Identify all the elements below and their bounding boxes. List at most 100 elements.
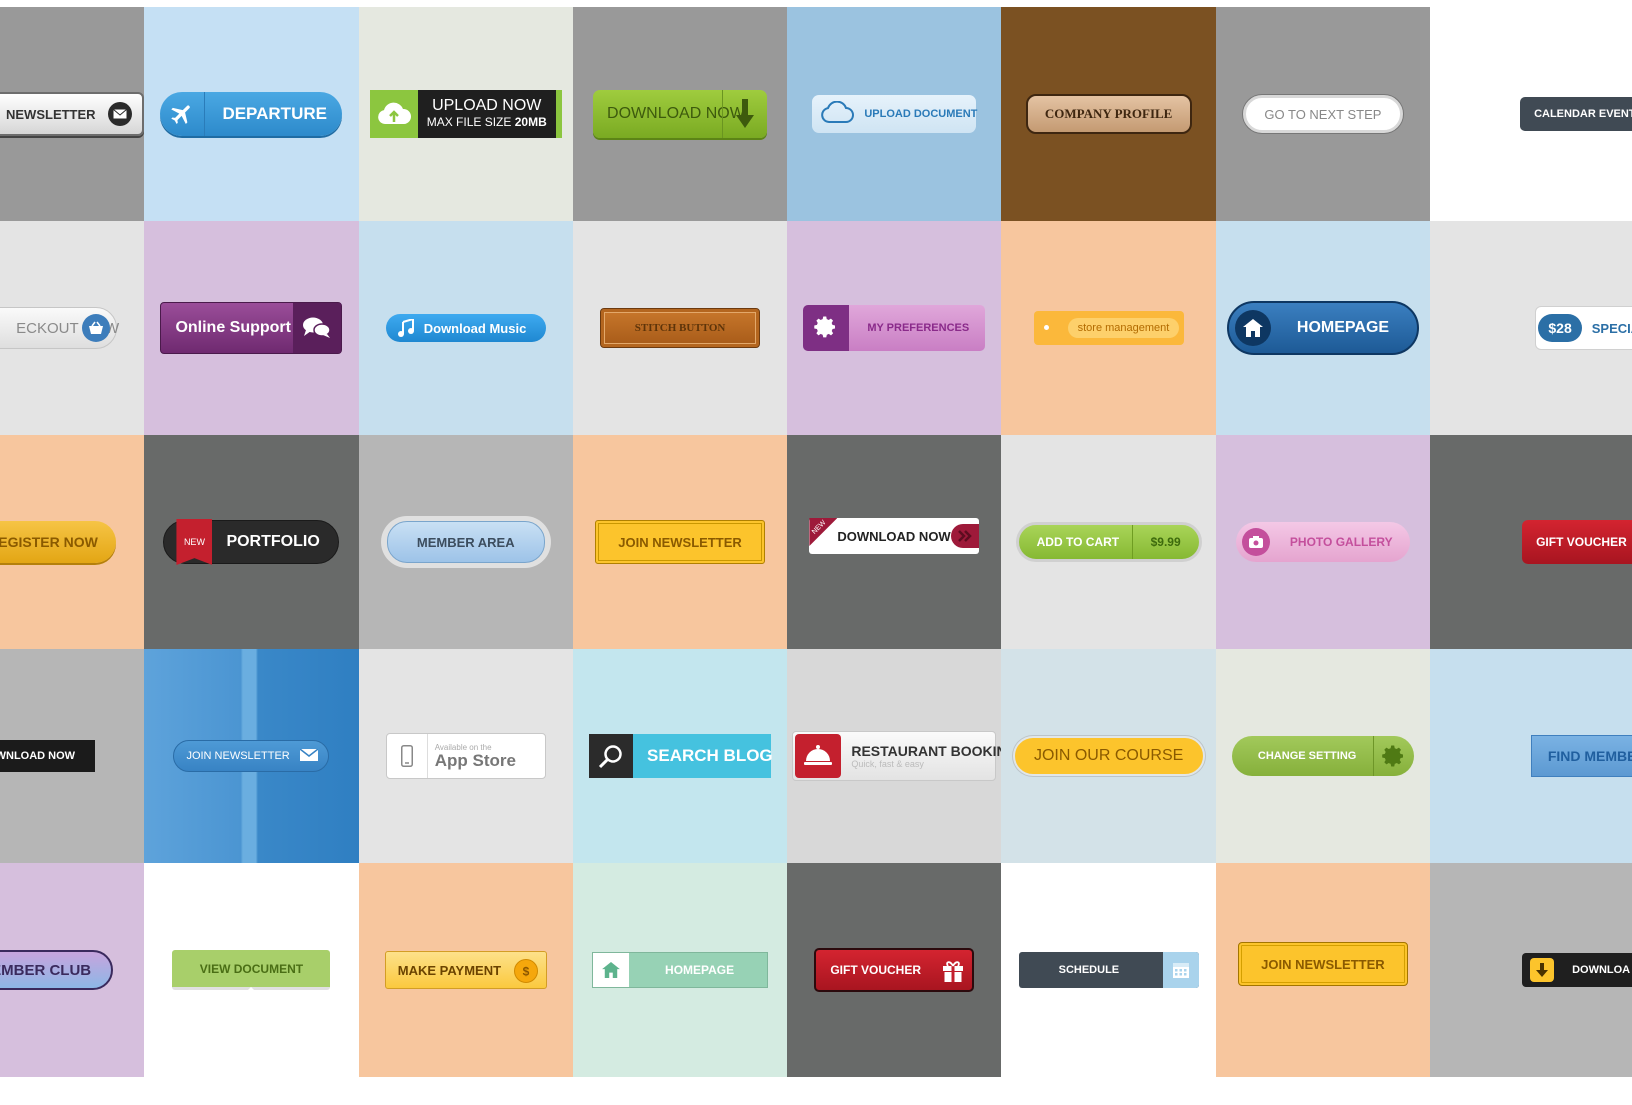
add-to-cart-button[interactable]: ADD TO CART $9.99 xyxy=(1015,522,1202,562)
portfolio-button[interactable]: NEW PORTFOLIO xyxy=(163,519,340,565)
store-management-button[interactable]: store management xyxy=(1033,311,1184,345)
upload-now-text: UPLOAD NOW MAX FILE SIZE 20MB xyxy=(417,90,556,138)
tile-join-newsletter-yellow: JOIN NEWSLETTER xyxy=(572,435,788,649)
download-dark-label: DOWNLOA xyxy=(1572,964,1631,976)
search-blog-button[interactable]: SEARCH BLOG xyxy=(589,734,773,778)
max-file-size-line: MAX FILE SIZE 20MB xyxy=(427,114,547,131)
member-club-label: EMBER CLUB xyxy=(0,961,92,979)
download-music-button[interactable]: Download Music xyxy=(385,314,546,342)
tile-photo-gallery: PHOTO GALLERY xyxy=(1215,435,1431,649)
stitch-button[interactable]: STITCH BUTTON xyxy=(600,308,761,348)
upload-now-button[interactable]: UPLOAD NOW MAX FILE SIZE 20MB xyxy=(369,90,562,138)
tile-store-management: store management xyxy=(1001,221,1216,435)
company-profile-button[interactable]: COMPANY PROFILE xyxy=(1025,94,1192,134)
download-now-white-button[interactable]: NEW DOWNLOAD NOW xyxy=(809,518,980,554)
arrow-down-icon xyxy=(722,90,767,138)
tile-download-dark: DOWNLOA xyxy=(1430,863,1632,1077)
tile-special: $28 SPECIAL xyxy=(1430,221,1632,435)
app-store-button[interactable]: Available on the App Store xyxy=(385,733,546,779)
schedule-button[interactable]: SCHEDULE xyxy=(1018,952,1199,988)
gift-voucher-button[interactable]: GIFT VOUCHER xyxy=(814,948,975,992)
download-now-black-button[interactable]: DOWNLOAD NOW xyxy=(0,740,96,772)
tile-change-setting: CHANGE SETTING xyxy=(1215,649,1431,863)
join-our-course-button[interactable]: JOIN OUR COURSE xyxy=(1012,736,1205,776)
chat-bubbles-icon xyxy=(293,303,342,353)
newsletter-button[interactable]: NEWSLETTER xyxy=(0,92,145,136)
change-setting-button[interactable]: CHANGE SETTING xyxy=(1231,736,1414,776)
tile-my-preferences: MY PREFERENCES xyxy=(787,221,1002,435)
join-newsletter-blue-label: JOIN NEWSLETTER xyxy=(186,750,290,762)
homepage-mint-button[interactable]: HOMEPAGE xyxy=(592,952,769,988)
homepage-blue-button[interactable]: HOMEPAGE xyxy=(1226,301,1419,355)
find-member-button[interactable]: FIND MEMBER xyxy=(1530,735,1632,777)
double-chevron-icon xyxy=(951,524,980,548)
my-preferences-label: MY PREFERENCES xyxy=(867,322,970,334)
portfolio-badge-label: NEW xyxy=(183,537,205,547)
make-payment-button[interactable]: MAKE PAYMENT $ xyxy=(384,951,547,989)
go-to-next-step-button[interactable]: GO TO NEXT STEP xyxy=(1242,95,1403,133)
gift-voucher-label: GIFT VOUCHER xyxy=(830,963,921,977)
online-support-label: Online Support xyxy=(175,319,291,336)
arrow-down-icon xyxy=(1530,958,1555,982)
download-dark-button[interactable]: DOWNLOA xyxy=(1522,953,1632,987)
pointer-notch xyxy=(245,987,258,993)
calendar-event-label: CALENDAR EVENT xyxy=(1534,108,1632,120)
tile-upload-now: UPLOAD NOW MAX FILE SIZE 20MB xyxy=(358,7,573,221)
tile-go-to-next-step: GO TO NEXT STEP xyxy=(1215,7,1431,221)
checkout-now-button[interactable]: ECKOUT NOW xyxy=(0,307,119,349)
special-label: SPECIAL xyxy=(1591,320,1632,336)
upload-now-label: UPLOAD NOW xyxy=(432,97,542,114)
tile-online-support: Online Support xyxy=(144,221,359,435)
join-newsletter-yellow-button[interactable]: JOIN NEWSLETTER xyxy=(595,520,766,564)
tile-portfolio: NEW PORTFOLIO xyxy=(144,435,359,649)
view-document-button[interactable]: VIEW DOCUMENT xyxy=(172,950,331,993)
calendar-event-button[interactable]: CALENDAR EVENT xyxy=(1520,97,1632,131)
tile-download-now-white: NEW DOWNLOAD NOW xyxy=(787,435,1002,649)
search-blog-label: SEARCH BLOG xyxy=(647,746,773,765)
coin-icon: $ xyxy=(513,959,538,983)
svg-text:$: $ xyxy=(522,965,529,979)
go-to-next-step-label: GO TO NEXT STEP xyxy=(1264,106,1382,122)
find-member-label: FIND MEMBER xyxy=(1547,748,1632,764)
tile-gift-voucher: GIFT VOUCHER xyxy=(787,863,1002,1077)
search-icon xyxy=(589,734,634,778)
home-icon xyxy=(1234,310,1271,346)
register-now-button[interactable]: REGISTER NOW xyxy=(0,521,117,563)
cloud-icon xyxy=(820,101,855,125)
tile-join-newsletter-outline: JOIN NEWSLETTER xyxy=(1215,863,1431,1077)
gift-voucher-side-button[interactable]: GIFT VOUCHER xyxy=(1522,520,1632,564)
join-newsletter-blue-button[interactable]: JOIN NEWSLETTER xyxy=(173,740,330,772)
member-area-label: MEMBER AREA xyxy=(416,534,515,550)
departure-label: DEPARTURE xyxy=(222,104,327,123)
schedule-label: SCHEDULE xyxy=(1058,964,1120,976)
make-payment-label: MAKE PAYMENT xyxy=(397,962,502,978)
register-now-label: REGISTER NOW xyxy=(0,534,98,550)
tile-make-payment: MAKE PAYMENT $ xyxy=(358,863,573,1077)
home-icon xyxy=(593,953,630,987)
join-newsletter-outline-button[interactable]: JOIN NEWSLETTER xyxy=(1237,942,1408,986)
tile-app-store: Available on the App Store xyxy=(358,649,573,863)
online-support-button[interactable]: Online Support xyxy=(160,302,343,354)
company-profile-label: COMPANY PROFILE xyxy=(1044,106,1173,121)
join-our-course-label: JOIN OUR COURSE xyxy=(1033,747,1184,764)
tile-view-document: VIEW DOCUMENT xyxy=(144,863,359,1077)
photo-gallery-button[interactable]: PHOTO GALLERY xyxy=(1235,522,1410,562)
tile-restaurant-booking: RESTAURANT BOOKING Quick, fast & easy xyxy=(787,649,1002,863)
basket-icon xyxy=(82,314,111,342)
cart-price: $9.99 xyxy=(1131,525,1199,559)
special-button[interactable]: $28 SPECIAL xyxy=(1535,306,1632,350)
calendar-icon xyxy=(1162,952,1199,988)
download-music-label: Download Music xyxy=(423,320,527,336)
music-note-icon xyxy=(397,319,414,337)
tile-download-music: Download Music xyxy=(358,221,573,435)
my-preferences-button[interactable]: MY PREFERENCES xyxy=(803,305,986,351)
upload-document-button[interactable]: UPLOAD DOCUMENT xyxy=(812,95,977,133)
download-now-green-button[interactable]: DOWNLOAD NOW xyxy=(593,90,768,138)
tile-join-newsletter-blue: JOIN NEWSLETTER xyxy=(144,649,359,863)
member-club-button[interactable]: EMBER CLUB xyxy=(0,950,114,990)
departure-button[interactable]: DEPARTURE xyxy=(160,92,343,136)
restaurant-booking-button[interactable]: RESTAURANT BOOKING Quick, fast & easy xyxy=(792,731,1001,781)
download-now-black-label: DOWNLOAD NOW xyxy=(0,750,76,762)
tile-download-now-green: DOWNLOAD NOW xyxy=(572,7,788,221)
member-area-button[interactable]: MEMBER AREA xyxy=(380,516,551,568)
